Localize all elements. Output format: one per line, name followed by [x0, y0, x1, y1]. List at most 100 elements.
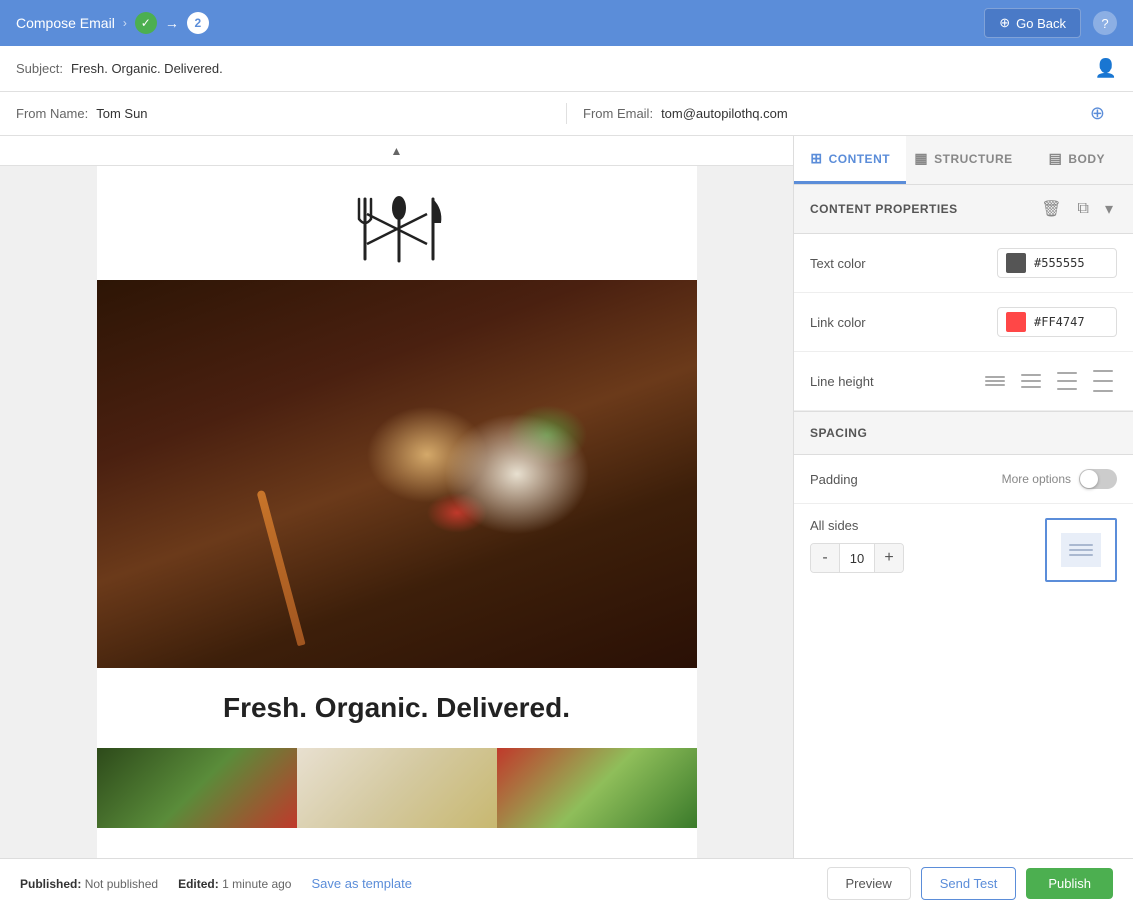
from-name-label: From Name: — [16, 106, 88, 121]
padding-stepper: - 10 + — [810, 543, 904, 573]
food-image-sim — [97, 280, 697, 668]
email-photos-row — [97, 748, 697, 828]
published-label: Published: — [20, 877, 81, 891]
published-status: Published: Not published — [20, 877, 158, 891]
user-icon: 👤 — [1095, 58, 1117, 79]
line-height-row: Line height — [794, 352, 1133, 411]
copy-button[interactable]: ⧉ — [1074, 198, 1093, 220]
utensil-logo-icon — [337, 194, 457, 264]
edited-status: Edited: 1 minute ago — [178, 877, 291, 891]
send-test-button[interactable]: Send Test — [921, 867, 1017, 900]
step2-circle: 2 — [187, 12, 209, 34]
link-color-code: #FF4747 — [1034, 315, 1085, 329]
line-height-loose[interactable] — [1089, 366, 1117, 396]
help-button[interactable]: ? — [1093, 11, 1117, 35]
top-bar: Compose Email › ✓ → 2 ⊕ Go Back ? — [0, 0, 1133, 46]
padding-label: Padding — [810, 472, 858, 487]
spacing-header: SPACING — [794, 411, 1133, 455]
subject-bar: Subject: Fresh. Organic. Delivered. 👤 — [0, 46, 1133, 92]
bottom-right: Preview Send Test Publish — [827, 867, 1113, 900]
email-logo-area — [97, 166, 697, 280]
subject-label: Subject: — [16, 61, 63, 76]
from-email-value: tom@autopilothq.com — [661, 106, 788, 121]
subject-value: Fresh. Organic. Delivered. — [71, 61, 223, 76]
from-name-value: Tom Sun — [96, 106, 147, 121]
toggle-thumb — [1080, 470, 1098, 488]
text-color-input[interactable]: #555555 — [997, 248, 1117, 278]
tab-body[interactable]: ▤ BODY — [1021, 136, 1133, 184]
line-height-label: Line height — [810, 374, 874, 389]
link-color-input[interactable]: #FF4747 — [997, 307, 1117, 337]
email-content: Fresh. Organic. Delivered. — [97, 166, 697, 858]
collapse-section-button[interactable]: ▾ — [1101, 197, 1117, 221]
from-email-label: From Email: — [583, 106, 653, 121]
tab-content[interactable]: ⊞ CONTENT — [794, 136, 906, 184]
from-bar: From Name: Tom Sun From Email: tom@autop… — [0, 92, 1133, 136]
all-sides-label: All sides — [810, 518, 904, 533]
add-email-button[interactable]: ⊕ — [1090, 103, 1117, 124]
content-tab-icon: ⊞ — [810, 150, 822, 167]
collapse-icon: ▲ — [391, 144, 403, 158]
line-height-compact[interactable] — [981, 372, 1009, 390]
right-panel: ⊞ CONTENT ▦ STRUCTURE ▤ BODY CONTENT PRO… — [793, 136, 1133, 858]
photo-thumb-2 — [297, 748, 497, 828]
content-properties-header: CONTENT PROPERTIES 🗑 ⧉ ▾ — [794, 185, 1133, 234]
tab-structure[interactable]: ▦ STRUCTURE — [906, 136, 1020, 184]
breadcrumb-arrow-icon: › — [123, 16, 127, 30]
step1-check-icon: ✓ — [135, 12, 157, 34]
padding-lines-icon — [1069, 544, 1093, 556]
padding-preview-box — [1045, 518, 1117, 582]
breadcrumb-text: Compose Email — [16, 15, 115, 31]
text-color-row: Text color #555555 — [794, 234, 1133, 293]
step-arrow-icon: → — [165, 15, 179, 31]
stepper-minus-button[interactable]: - — [811, 544, 839, 572]
padding-line-2 — [1069, 549, 1093, 551]
structure-tab-icon: ▦ — [914, 150, 928, 167]
link-color-swatch — [1006, 312, 1026, 332]
more-options-area: More options — [1002, 469, 1117, 489]
collapse-bar[interactable]: ▲ — [0, 136, 793, 166]
link-color-row: Link color #FF4747 — [794, 293, 1133, 352]
main-area: ▲ — [0, 136, 1133, 858]
body-tab-icon: ▤ — [1049, 150, 1063, 167]
padding-line-3 — [1069, 554, 1093, 556]
bottom-left: Published: Not published Edited: 1 minut… — [20, 876, 412, 891]
padding-line-1 — [1069, 544, 1093, 546]
edited-label: Edited: — [178, 877, 219, 891]
delete-button[interactable]: 🗑 — [1037, 197, 1065, 221]
go-back-button[interactable]: ⊕ Go Back — [984, 8, 1081, 38]
save-as-template-link[interactable]: Save as template — [311, 876, 411, 891]
go-back-plus-icon: ⊕ — [999, 15, 1010, 31]
top-bar-left: Compose Email › ✓ → 2 — [16, 12, 209, 34]
content-properties-title: CONTENT PROPERTIES — [810, 202, 958, 216]
all-sides-left: All sides - 10 + — [810, 518, 904, 573]
padding-row: Padding More options — [794, 455, 1133, 504]
photo-thumb-1 — [97, 748, 297, 828]
all-sides-row: All sides - 10 + — [794, 504, 1133, 596]
from-email-section: From Email: tom@autopilothq.com ⊕ — [566, 103, 1133, 124]
subject-left: Subject: Fresh. Organic. Delivered. — [16, 61, 223, 76]
text-color-swatch — [1006, 253, 1026, 273]
more-options-toggle[interactable] — [1079, 469, 1117, 489]
top-bar-right: ⊕ Go Back ? — [984, 8, 1117, 38]
padding-inner-box — [1061, 533, 1101, 567]
email-food-image — [97, 280, 697, 668]
line-height-options — [981, 366, 1117, 396]
more-options-label: More options — [1002, 472, 1071, 486]
email-headline: Fresh. Organic. Delivered. — [97, 668, 697, 748]
preview-button[interactable]: Preview — [827, 867, 911, 900]
stepper-plus-button[interactable]: + — [875, 544, 903, 572]
text-color-code: #555555 — [1034, 256, 1085, 270]
photo-thumb-3 — [497, 748, 697, 828]
from-name-section: From Name: Tom Sun — [0, 106, 566, 121]
link-color-label: Link color — [810, 315, 866, 330]
spacing-title: SPACING — [810, 426, 867, 440]
publish-button[interactable]: Publish — [1026, 868, 1113, 899]
email-canvas: ▲ — [0, 136, 793, 858]
section-actions: 🗑 ⧉ ▾ — [1037, 197, 1117, 221]
line-height-normal[interactable] — [1017, 370, 1045, 392]
stepper-value: 10 — [839, 544, 875, 572]
panel-tabs: ⊞ CONTENT ▦ STRUCTURE ▤ BODY — [794, 136, 1133, 185]
line-height-relaxed[interactable] — [1053, 368, 1081, 394]
bottom-bar: Published: Not published Edited: 1 minut… — [0, 858, 1133, 908]
